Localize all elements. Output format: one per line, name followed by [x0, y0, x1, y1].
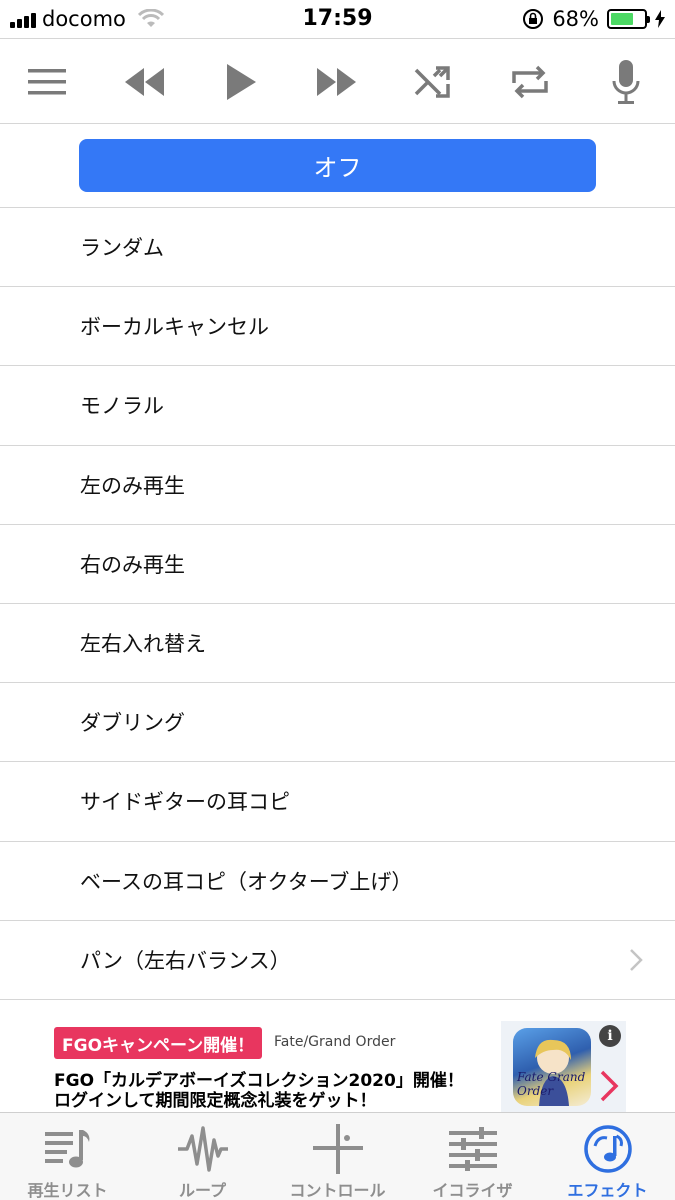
shuffle-button[interactable]: [406, 55, 460, 109]
effect-label: ベースの耳コピ（オクターブ上げ）: [80, 869, 413, 894]
effect-item-pan[interactable]: パン（左右バランス）: [0, 921, 675, 1000]
tab-playlist[interactable]: 再生リスト: [0, 1113, 135, 1200]
chevron-right-icon: [630, 948, 643, 971]
waveform-icon: [178, 1126, 228, 1172]
effect-list: ランダム ボーカルキャンセル モノラル 左のみ再生 右のみ再生 左右入れ替え ダ…: [0, 208, 675, 1000]
battery-icon: [607, 9, 650, 29]
tab-icon-wrap: [177, 1123, 229, 1175]
tab-icon-wrap: [312, 1123, 364, 1175]
fast-forward-icon: [317, 68, 356, 96]
microphone-icon: [612, 60, 640, 104]
tab-label: エフェクト: [567, 1181, 648, 1200]
control-icon: [313, 1124, 363, 1174]
tab-icon-wrap: [582, 1123, 634, 1175]
ad-arrow-icon: [600, 1070, 619, 1102]
status-right: 68%: [522, 7, 665, 31]
play-button[interactable]: [214, 55, 268, 109]
player-toolbar: [0, 38, 675, 124]
tab-control[interactable]: コントロール: [270, 1113, 405, 1200]
off-button[interactable]: オフ: [79, 139, 596, 192]
ad-banner[interactable]: FGOキャンペーン開催！ Fate/Grand Order FGO「カルデアボー…: [0, 1000, 675, 1112]
play-icon: [227, 64, 256, 100]
fast-forward-button[interactable]: [310, 55, 364, 109]
tab-icon-wrap: [447, 1123, 499, 1175]
tab-equalizer[interactable]: イコライザ: [405, 1113, 540, 1200]
effect-label: 左のみ再生: [80, 473, 185, 498]
effect-item[interactable]: モノラル: [0, 366, 675, 446]
status-bar: docomo 17:59 68%: [0, 0, 675, 38]
menu-button[interactable]: [20, 55, 74, 109]
ad-image-area: Fate Grand Order i: [501, 1021, 626, 1112]
effect-item[interactable]: ダブリング: [0, 683, 675, 763]
tab-loop[interactable]: ループ: [135, 1113, 270, 1200]
tab-label: 再生リスト: [27, 1181, 108, 1200]
off-area: オフ: [0, 124, 675, 208]
menu-icon: [28, 69, 66, 95]
repeat-icon: [512, 65, 548, 99]
effect-icon: [584, 1125, 632, 1173]
effect-label: ランダム: [80, 236, 164, 261]
effect-label: サイドギターの耳コピ: [80, 790, 290, 815]
battery-level: [611, 13, 633, 25]
tab-label: コントロール: [289, 1181, 386, 1200]
effect-item[interactable]: 左右入れ替え: [0, 604, 675, 684]
tab-icon-wrap: [42, 1123, 94, 1175]
effect-item[interactable]: 右のみ再生: [0, 525, 675, 604]
effect-label: 右のみ再生: [80, 552, 185, 577]
ad-app-icon: Fate Grand Order: [513, 1028, 591, 1106]
effect-label: パン（左右バランス）: [80, 948, 291, 973]
rewind-button[interactable]: [117, 55, 171, 109]
repeat-button[interactable]: [503, 55, 557, 109]
effect-item[interactable]: 左のみ再生: [0, 446, 675, 525]
effect-item[interactable]: ボーカルキャンセル: [0, 287, 675, 367]
effect-label: ボーカルキャンセル: [80, 315, 269, 340]
playlist-icon: [45, 1130, 90, 1168]
charging-bolt-icon: [655, 10, 665, 28]
effect-item[interactable]: サイドギターの耳コピ: [0, 762, 675, 842]
battery-percent: 68%: [552, 7, 599, 31]
ad-thumb-logo-text: Fate Grand Order: [517, 1070, 586, 1098]
effect-item[interactable]: ランダム: [0, 208, 675, 288]
ad-subline: ログインして期間限定概念礼装をゲット！: [54, 1091, 377, 1111]
tab-label: ループ: [178, 1181, 227, 1200]
tab-label: イコライザ: [432, 1181, 513, 1200]
tab-bar: 再生リスト ループ コントロール イコライザ エフェクト: [0, 1112, 675, 1200]
equalizer-icon: [449, 1127, 497, 1171]
tab-effect[interactable]: エフェクト: [540, 1113, 675, 1200]
effect-label: モノラル: [80, 394, 164, 419]
effect-label: 左右入れ替え: [80, 632, 206, 657]
microphone-button[interactable]: [599, 55, 653, 109]
effect-label: ダブリング: [80, 711, 185, 736]
orientation-lock-icon: [523, 9, 544, 29]
shuffle-icon: [414, 66, 450, 98]
rewind-icon: [125, 68, 164, 96]
ad-badge: FGOキャンペーン開催！: [54, 1027, 263, 1059]
ad-advertiser: Fate/Grand Order: [274, 1034, 396, 1050]
effect-item[interactable]: ベースの耳コピ（オクターブ上げ）: [0, 842, 675, 921]
ad-info-icon[interactable]: i: [599, 1025, 621, 1047]
